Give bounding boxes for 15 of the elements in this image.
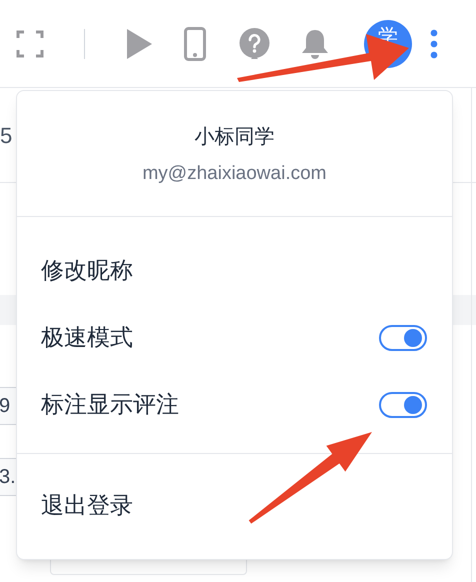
user-email: my@zhaixiaowai.com bbox=[142, 162, 326, 186]
menu-item[interactable]: 标注显示评注 bbox=[41, 387, 179, 422]
play-icon[interactable] bbox=[127, 28, 152, 58]
phone-icon[interactable] bbox=[184, 26, 206, 60]
menu-item[interactable]: 修改昵称 bbox=[41, 253, 133, 288]
bell-icon[interactable] bbox=[300, 28, 330, 60]
logout-item[interactable]: 退出登录 bbox=[41, 488, 133, 523]
toggle-switch[interactable] bbox=[379, 392, 427, 418]
user-name: 小标同学 bbox=[194, 125, 274, 150]
toggle-switch[interactable] bbox=[379, 324, 427, 350]
help-icon[interactable] bbox=[239, 28, 270, 60]
fullscreen-icon[interactable] bbox=[16, 30, 44, 58]
more-icon[interactable] bbox=[430, 28, 438, 58]
background-text: 5 bbox=[0, 122, 12, 150]
menu-item[interactable]: 极速模式 bbox=[41, 320, 133, 355]
